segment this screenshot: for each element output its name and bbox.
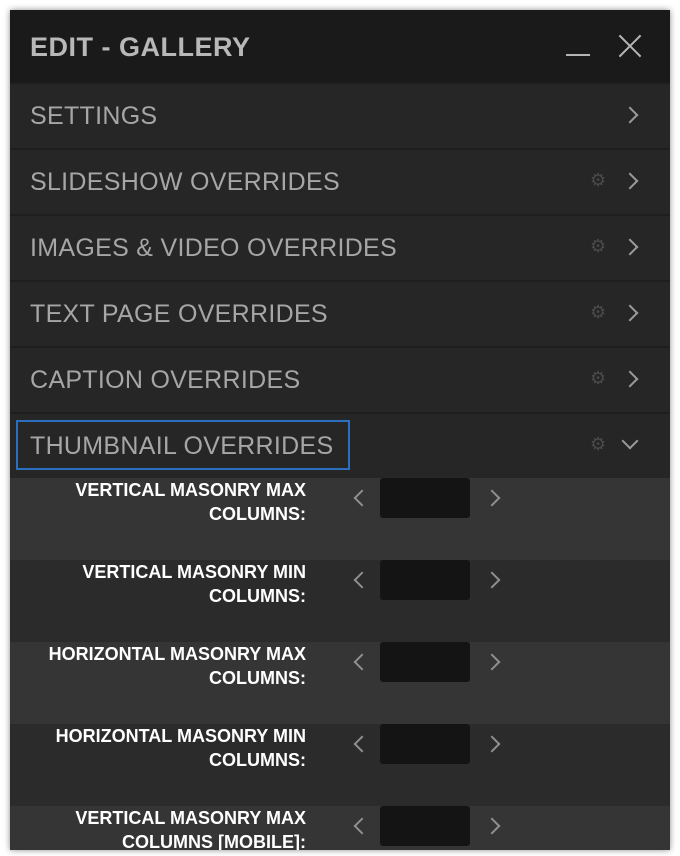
- title-bar: EDIT - GALLERY: [10, 10, 670, 82]
- field-row: HORIZONTAL MASONRY MIN COLUMNS:: [10, 724, 670, 806]
- field-label-line: VERTICAL MASONRY MAX: [75, 480, 306, 500]
- number-input[interactable]: [380, 560, 470, 600]
- chevron-left-icon[interactable]: [353, 817, 371, 835]
- minimize-icon[interactable]: [566, 54, 590, 56]
- field-label: VERTICAL MASONRY MAX COLUMNS [MOBILE]:: [10, 806, 306, 850]
- section-label: SETTINGS: [30, 102, 158, 130]
- gear-icon[interactable]: ⚙: [590, 303, 606, 321]
- chevron-left-icon[interactable]: [353, 571, 371, 589]
- field-row: VERTICAL MASONRY MIN COLUMNS:: [10, 560, 670, 642]
- field-label-line: COLUMNS:: [209, 668, 306, 688]
- chevron-left-icon[interactable]: [353, 735, 371, 753]
- edit-gallery-panel: EDIT - GALLERY SETTINGS SLIDESHOW OVERRI…: [10, 10, 670, 850]
- chevron-left-icon[interactable]: [353, 489, 371, 507]
- field-label: HORIZONTAL MASONRY MIN COLUMNS:: [10, 724, 306, 772]
- section-label: TEXT PAGE OVERRIDES: [30, 300, 328, 328]
- section-images-video-overrides[interactable]: IMAGES & VIDEO OVERRIDES ⚙: [10, 214, 670, 280]
- field-row: VERTICAL MASONRY MAX COLUMNS:: [10, 478, 670, 560]
- section-text-page-overrides[interactable]: TEXT PAGE OVERRIDES ⚙: [10, 280, 670, 346]
- field-label-line: HORIZONTAL MASONRY MIN: [55, 726, 306, 746]
- chevron-right-icon[interactable]: [483, 571, 501, 589]
- panel-title: EDIT - GALLERY: [30, 32, 251, 62]
- section-label: IMAGES & VIDEO OVERRIDES: [30, 234, 398, 262]
- gear-icon[interactable]: ⚙: [590, 435, 606, 453]
- chevron-down-icon: [621, 432, 639, 450]
- chevron-right-icon: [621, 370, 639, 388]
- section-thumbnail-overrides[interactable]: THUMBNAIL OVERRIDES ⚙: [10, 412, 670, 478]
- field-label-line: HORIZONTAL MASONRY MAX: [48, 644, 306, 664]
- field-label-line: VERTICAL MASONRY MAX: [75, 808, 306, 828]
- chevron-right-icon[interactable]: [483, 489, 501, 507]
- field-label-line: COLUMNS:: [209, 750, 306, 770]
- field-label-line: VERTICAL MASONRY MIN: [82, 562, 306, 582]
- chevron-right-icon[interactable]: [483, 817, 501, 835]
- field-label: HORIZONTAL MASONRY MAX COLUMNS:: [10, 642, 306, 690]
- section-label: SLIDESHOW OVERRIDES: [30, 168, 340, 196]
- gear-icon[interactable]: ⚙: [590, 369, 606, 387]
- number-input[interactable]: [380, 642, 470, 682]
- field-label: VERTICAL MASONRY MIN COLUMNS:: [10, 560, 306, 608]
- section-settings[interactable]: SETTINGS: [10, 82, 670, 148]
- section-slideshow-overrides[interactable]: SLIDESHOW OVERRIDES ⚙: [10, 148, 670, 214]
- chevron-right-icon[interactable]: [483, 735, 501, 753]
- close-icon[interactable]: [616, 32, 644, 60]
- field-row: VERTICAL MASONRY MAX COLUMNS [MOBILE]:: [10, 806, 670, 850]
- chevron-left-icon[interactable]: [353, 653, 371, 671]
- chevron-right-icon: [621, 238, 639, 256]
- number-input[interactable]: [380, 478, 470, 518]
- chevron-right-icon: [621, 304, 639, 322]
- field-label: VERTICAL MASONRY MAX COLUMNS:: [10, 478, 306, 526]
- number-input[interactable]: [380, 806, 470, 846]
- gear-icon[interactable]: ⚙: [590, 237, 606, 255]
- chevron-right-icon: [621, 172, 639, 190]
- number-input[interactable]: [380, 724, 470, 764]
- section-label: CAPTION OVERRIDES: [30, 366, 301, 394]
- field-label-line: COLUMNS:: [209, 586, 306, 606]
- chevron-right-icon: [621, 106, 639, 124]
- gear-icon[interactable]: ⚙: [590, 171, 606, 189]
- field-row: HORIZONTAL MASONRY MAX COLUMNS:: [10, 642, 670, 724]
- field-label-line: COLUMNS [MOBILE]:: [122, 832, 306, 850]
- chevron-right-icon[interactable]: [483, 653, 501, 671]
- section-caption-overrides[interactable]: CAPTION OVERRIDES ⚙: [10, 346, 670, 412]
- field-label-line: COLUMNS:: [209, 504, 306, 524]
- section-label: THUMBNAIL OVERRIDES: [30, 432, 334, 460]
